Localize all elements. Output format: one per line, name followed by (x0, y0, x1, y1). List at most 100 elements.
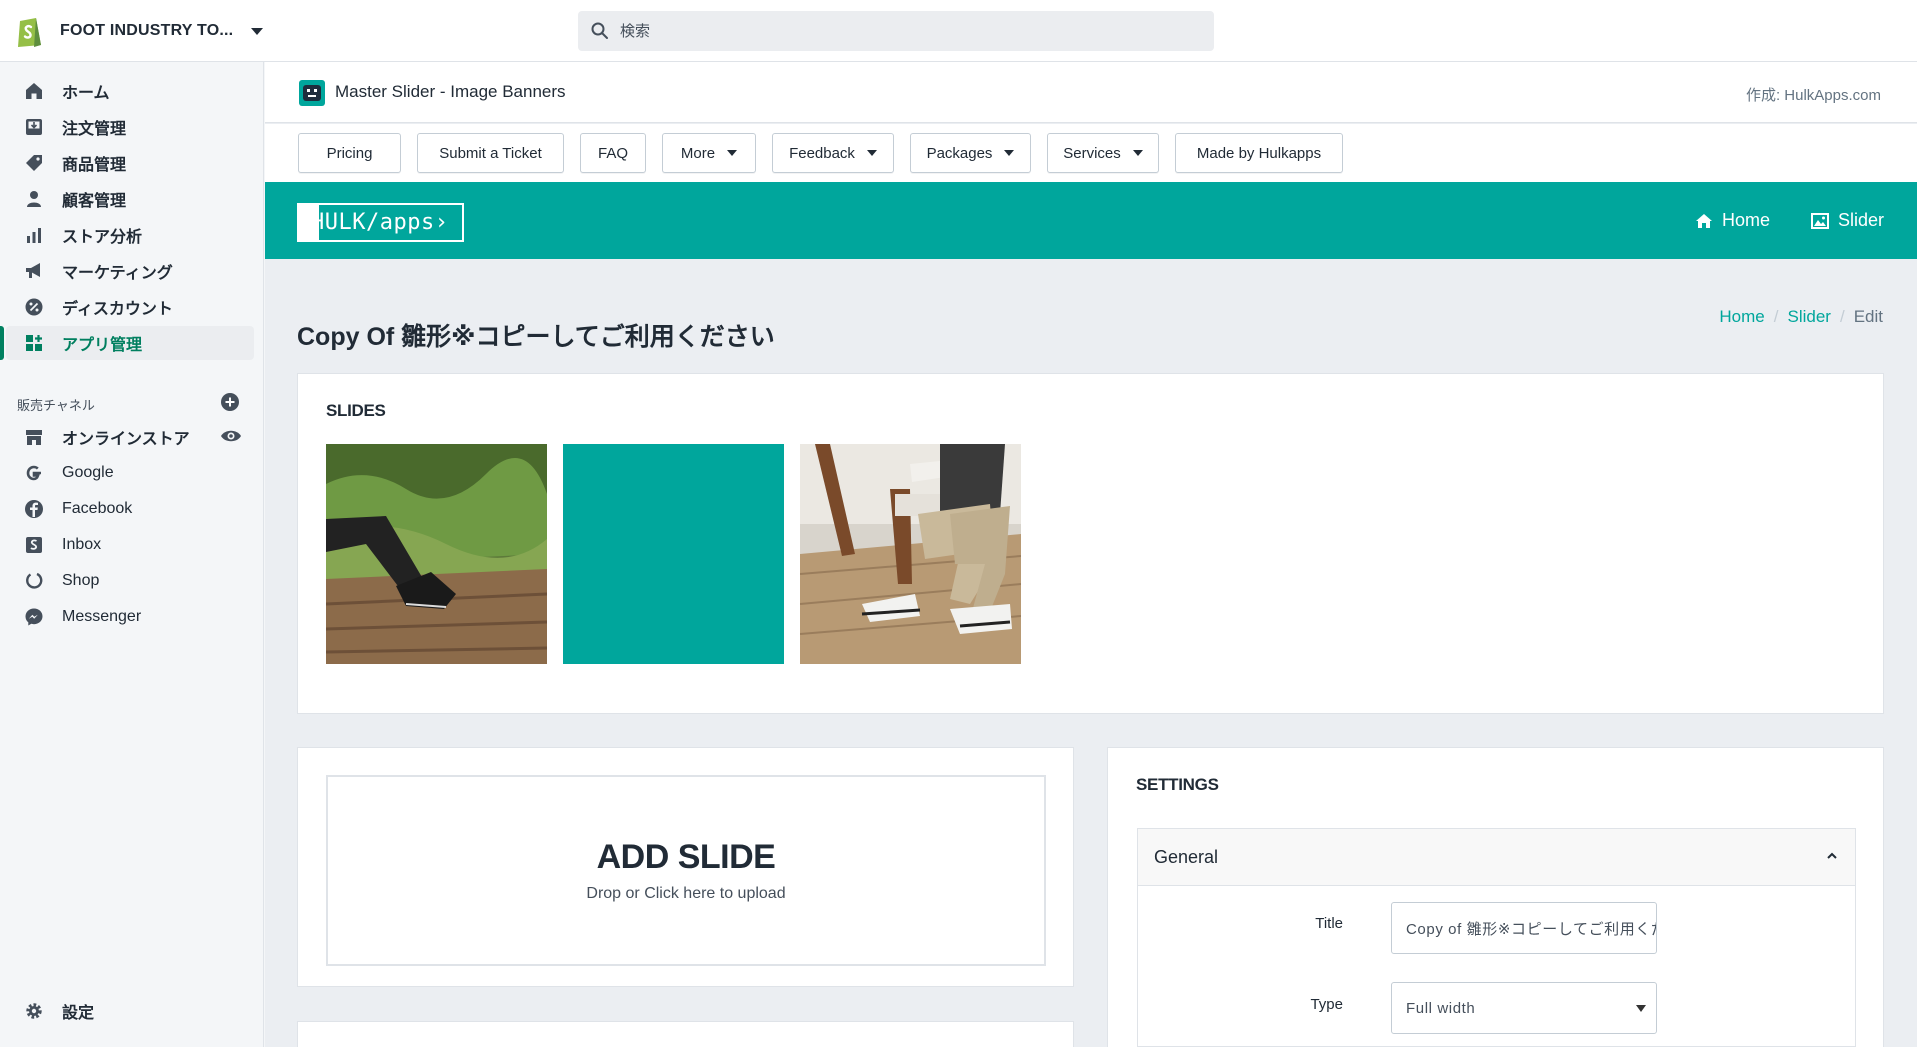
sidebar-item-label: ストア分析 (62, 229, 143, 246)
chevron-down-icon (251, 27, 264, 35)
eye-icon[interactable] (220, 428, 242, 444)
analytics-icon (22, 223, 46, 247)
breadcrumb-separator: / (1773, 307, 1779, 326)
slide-thumbnail-2[interactable] (563, 444, 784, 664)
megaphone-icon (22, 259, 46, 283)
slide-thumbnail-1[interactable] (326, 444, 547, 664)
discount-icon (22, 295, 46, 319)
breadcrumb: Home / Slider / Edit (1719, 307, 1883, 327)
search-bar[interactable] (578, 11, 1214, 51)
home-icon (1696, 213, 1712, 228)
sidebar-item-shop[interactable]: Shop (6, 564, 254, 598)
sidebar-item-label: 設定 (62, 1005, 95, 1022)
sidebar: ホーム 注文管理 商品管理 顧客管理 ストア分析 マーケティング ディスカウント… (0, 62, 264, 1047)
search-input[interactable] (620, 22, 1200, 40)
pricing-button[interactable]: Pricing (298, 133, 401, 173)
add-slide-dropzone[interactable]: ADD SLIDE Drop or Click here to upload (326, 775, 1046, 966)
app-title: Master Slider - Image Banners (335, 82, 566, 101)
sidebar-item-settings[interactable]: 設定 (6, 994, 254, 1028)
button-label: More (680, 144, 716, 162)
shop-icon (22, 569, 46, 593)
button-label: Made by Hulkapps (1196, 144, 1322, 162)
chevron-down-icon (866, 150, 877, 156)
sidebar-item-label: オンラインストア (62, 431, 190, 448)
type-select[interactable]: Full width (1391, 982, 1657, 1034)
app-header: Master Slider - Image Banners 作成: HulkAp… (265, 62, 1917, 123)
banner-slider-link[interactable]: Slider (1811, 210, 1884, 231)
breadcrumb-slider-link[interactable]: Slider (1788, 307, 1831, 327)
tag-icon (22, 151, 46, 175)
chevron-down-icon (727, 150, 738, 156)
top-bar: FOOT INDUSTRY TO... (0, 0, 1917, 62)
button-label: Feedback (789, 144, 855, 162)
slide-image-legs-on-deck (326, 444, 547, 664)
logo-text: HULK/apps› (311, 210, 449, 235)
app-author: 作成: HulkApps.com (1745, 87, 1881, 104)
title-field[interactable] (1391, 902, 1657, 954)
sidebar-item-orders[interactable]: 注文管理 (6, 110, 254, 144)
sidebar-item-label: 商品管理 (62, 157, 127, 174)
more-dropdown-button[interactable]: More (662, 133, 756, 173)
general-section-header[interactable]: General (1137, 828, 1856, 886)
chevron-down-icon (1132, 150, 1143, 156)
sidebar-item-discounts[interactable]: ディスカウント (6, 290, 254, 324)
banner-slider-label: Slider (1838, 210, 1885, 230)
facebook-icon (22, 497, 46, 521)
feedback-dropdown-button[interactable]: Feedback (772, 133, 894, 173)
search-icon (591, 22, 608, 39)
sidebar-item-inbox[interactable]: Inbox (6, 528, 254, 562)
sidebar-item-apps[interactable]: アプリ管理 (0, 326, 254, 360)
breadcrumb-current: Edit (1853, 307, 1883, 326)
store-switcher[interactable]: FOOT INDUSTRY TO... (14, 12, 264, 50)
type-select-value: Full width (1406, 999, 1476, 1017)
page-title: Copy Of 雛形※コピーしてご利用ください (297, 323, 775, 351)
store-name: FOOT INDUSTRY TO... (60, 22, 234, 39)
google-icon (22, 461, 46, 485)
store-icon (22, 425, 46, 449)
gear-icon (22, 999, 46, 1023)
general-section-label: General (1154, 846, 1219, 867)
sidebar-item-google[interactable]: Google (6, 456, 254, 490)
home-icon (22, 79, 46, 103)
sidebar-item-online-store[interactable]: オンラインストア (6, 420, 254, 454)
slide-thumbnail-3[interactable] (800, 444, 1021, 664)
submit-ticket-button[interactable]: Submit a Ticket (417, 133, 564, 173)
sidebar-item-label: Messenger (62, 608, 142, 625)
button-label: FAQ (597, 144, 628, 162)
hulkapps-logo[interactable]: HULK/apps› (297, 203, 464, 242)
hulkapps-banner: HULK/apps› Home Slider (265, 182, 1917, 259)
sidebar-item-products[interactable]: 商品管理 (6, 146, 254, 180)
add-slide-hint: Drop or Click here to upload (586, 885, 786, 902)
banner-home-link[interactable]: Home (1695, 210, 1770, 231)
shopify-logo-icon (18, 18, 41, 47)
add-channel-icon[interactable] (220, 392, 240, 412)
sidebar-item-label: Shop (62, 572, 100, 589)
app-logo-icon (299, 80, 325, 106)
services-dropdown-button[interactable]: Services (1047, 133, 1159, 173)
breadcrumb-separator: / (1839, 307, 1845, 326)
sidebar-item-analytics[interactable]: ストア分析 (6, 218, 254, 252)
type-field-label: Type (1310, 996, 1343, 1013)
button-label: Submit a Ticket (439, 144, 542, 162)
breadcrumb-home-link[interactable]: Home (1719, 307, 1764, 327)
faq-button[interactable]: FAQ (580, 133, 646, 173)
inbox-icon (22, 533, 46, 557)
title-field-label: Title (1315, 915, 1343, 932)
sidebar-item-label: ホーム (62, 85, 110, 102)
sidebar-item-customers[interactable]: 顧客管理 (6, 182, 254, 216)
sales-channels-heading: 販売チャネル (17, 398, 95, 413)
sidebar-item-label: Google (62, 464, 114, 481)
sidebar-item-marketing[interactable]: マーケティング (6, 254, 254, 288)
sidebar-item-home[interactable]: ホーム (6, 74, 254, 108)
made-by-hulkapps-button[interactable]: Made by Hulkapps (1175, 133, 1343, 173)
sidebar-item-label: 注文管理 (62, 121, 127, 138)
caret-down-icon (1636, 1005, 1646, 1012)
add-slide-title: ADD SLIDE (596, 838, 776, 876)
button-label: Services (1063, 144, 1121, 162)
sidebar-item-messenger[interactable]: Messenger (6, 600, 254, 634)
packages-dropdown-button[interactable]: Packages (910, 133, 1031, 173)
sidebar-item-label: ディスカウント (62, 301, 173, 318)
customer-icon (22, 187, 46, 211)
sidebar-item-facebook[interactable]: Facebook (6, 492, 254, 526)
apps-icon (22, 331, 46, 355)
